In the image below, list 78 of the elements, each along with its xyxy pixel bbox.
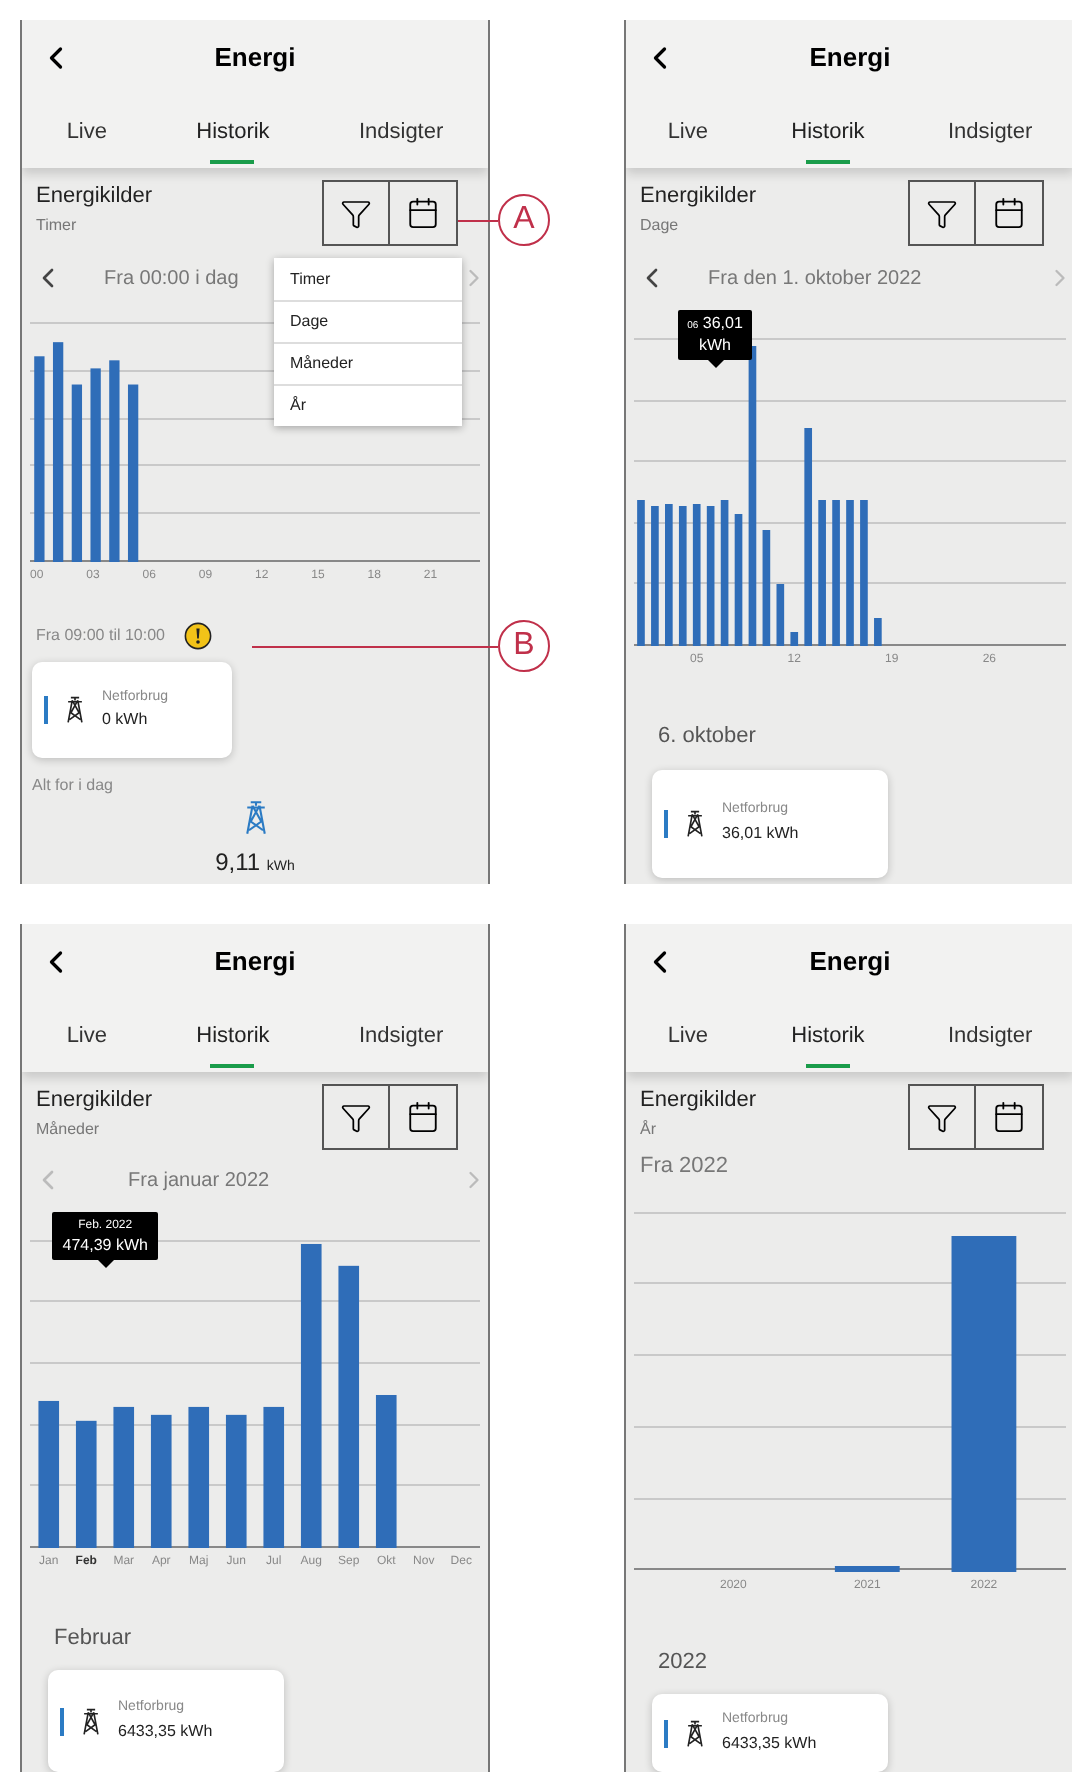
chart-bar xyxy=(776,584,785,646)
detail-heading: 6. oktober xyxy=(658,722,756,752)
filter-icon xyxy=(926,197,958,229)
chart-bar xyxy=(790,632,799,646)
indicator-bar xyxy=(44,696,48,724)
callout-marker: A xyxy=(498,194,550,246)
tab[interactable]: Live xyxy=(58,1000,115,1072)
chart-bar xyxy=(734,514,743,646)
chart-bar xyxy=(651,506,659,646)
detail-heading: Fra 09:00 til 10:00 xyxy=(36,624,165,648)
period-label: Dage xyxy=(640,213,681,237)
screen-title: Energi xyxy=(212,944,298,981)
card-value: 6433,35 kWh xyxy=(118,1719,213,1744)
range-label: Fra 00:00 i dag xyxy=(102,265,239,293)
tab[interactable]: Live xyxy=(659,96,716,168)
tab[interactable]: Live xyxy=(659,1000,716,1072)
calendar-icon xyxy=(992,1100,1026,1134)
indicator-bar xyxy=(664,809,668,837)
chart-bar xyxy=(706,506,715,646)
chart-bar xyxy=(75,1420,97,1548)
indicator-bar xyxy=(664,1719,668,1747)
section-title: Energikilder xyxy=(640,182,757,212)
tab[interactable]: Historik xyxy=(188,1000,278,1072)
period-label: År xyxy=(640,1117,658,1141)
detail-heading: 2022 xyxy=(658,1647,707,1677)
tab[interactable]: Indsigter xyxy=(350,96,452,168)
filter-icon xyxy=(340,197,372,229)
card-value: 6433,35 kWh xyxy=(722,1731,817,1756)
tab[interactable]: Historik xyxy=(783,96,873,168)
leader-line xyxy=(458,220,498,222)
calendar-icon xyxy=(992,196,1026,230)
tab[interactable]: Historik xyxy=(783,1000,873,1072)
range-label: Fra januar 2022 xyxy=(126,1167,270,1196)
chart-bar xyxy=(113,1406,135,1548)
calendar-icon xyxy=(406,196,440,230)
range-label: Fra den 1. oktober 2022 xyxy=(706,265,922,293)
card-value: 36,01 kWh xyxy=(722,821,799,846)
detail-heading: Februar xyxy=(54,1623,132,1654)
tab[interactable]: Live xyxy=(58,96,115,168)
pylon-icon xyxy=(684,1719,706,1747)
filter-icon xyxy=(340,1101,372,1133)
card-value: 0 kWh xyxy=(102,708,150,733)
section-title: Energikilder xyxy=(640,1086,757,1116)
tab[interactable]: Indsigter xyxy=(939,1000,1041,1072)
screen-title: Energi xyxy=(807,40,893,77)
callout-marker: B xyxy=(498,620,550,672)
tab[interactable]: Historik xyxy=(188,96,278,168)
period-label: Måneder xyxy=(36,1117,102,1141)
screen-title: Energi xyxy=(807,944,893,981)
section-title: Energikilder xyxy=(36,182,153,212)
pylon-icon xyxy=(241,798,269,838)
total-label: Alt for i dag xyxy=(32,774,115,798)
chart-bar xyxy=(225,1414,247,1548)
filter-icon xyxy=(926,1101,958,1133)
indicator-bar xyxy=(60,1707,64,1736)
tab[interactable]: Indsigter xyxy=(939,96,1041,168)
pylon-icon xyxy=(684,809,706,837)
chart-bar xyxy=(874,618,882,646)
chart-bar xyxy=(762,530,771,646)
menu-item[interactable]: Timer xyxy=(274,258,462,300)
menu-item[interactable]: Måneder xyxy=(274,342,462,384)
tab[interactable]: Indsigter xyxy=(350,1000,452,1072)
chart-bar xyxy=(678,506,687,646)
screen-title: Energi xyxy=(212,40,298,77)
calendar-icon xyxy=(406,1100,440,1134)
period-label: Timer xyxy=(36,213,79,237)
chart-bar xyxy=(188,1406,210,1548)
chart-bar xyxy=(692,504,701,646)
pylon-icon xyxy=(80,1707,102,1736)
chart-bar xyxy=(834,1565,900,1571)
section-title: Energikilder xyxy=(36,1086,153,1116)
pylon-icon xyxy=(64,696,86,724)
menu-item[interactable]: Dage xyxy=(274,300,462,342)
chart-bar xyxy=(665,504,673,646)
range-label: Fra 2022 xyxy=(638,1152,731,1182)
chart-bar xyxy=(263,1406,285,1548)
menu-item[interactable]: År xyxy=(274,384,462,426)
chart-bar xyxy=(150,1414,172,1548)
